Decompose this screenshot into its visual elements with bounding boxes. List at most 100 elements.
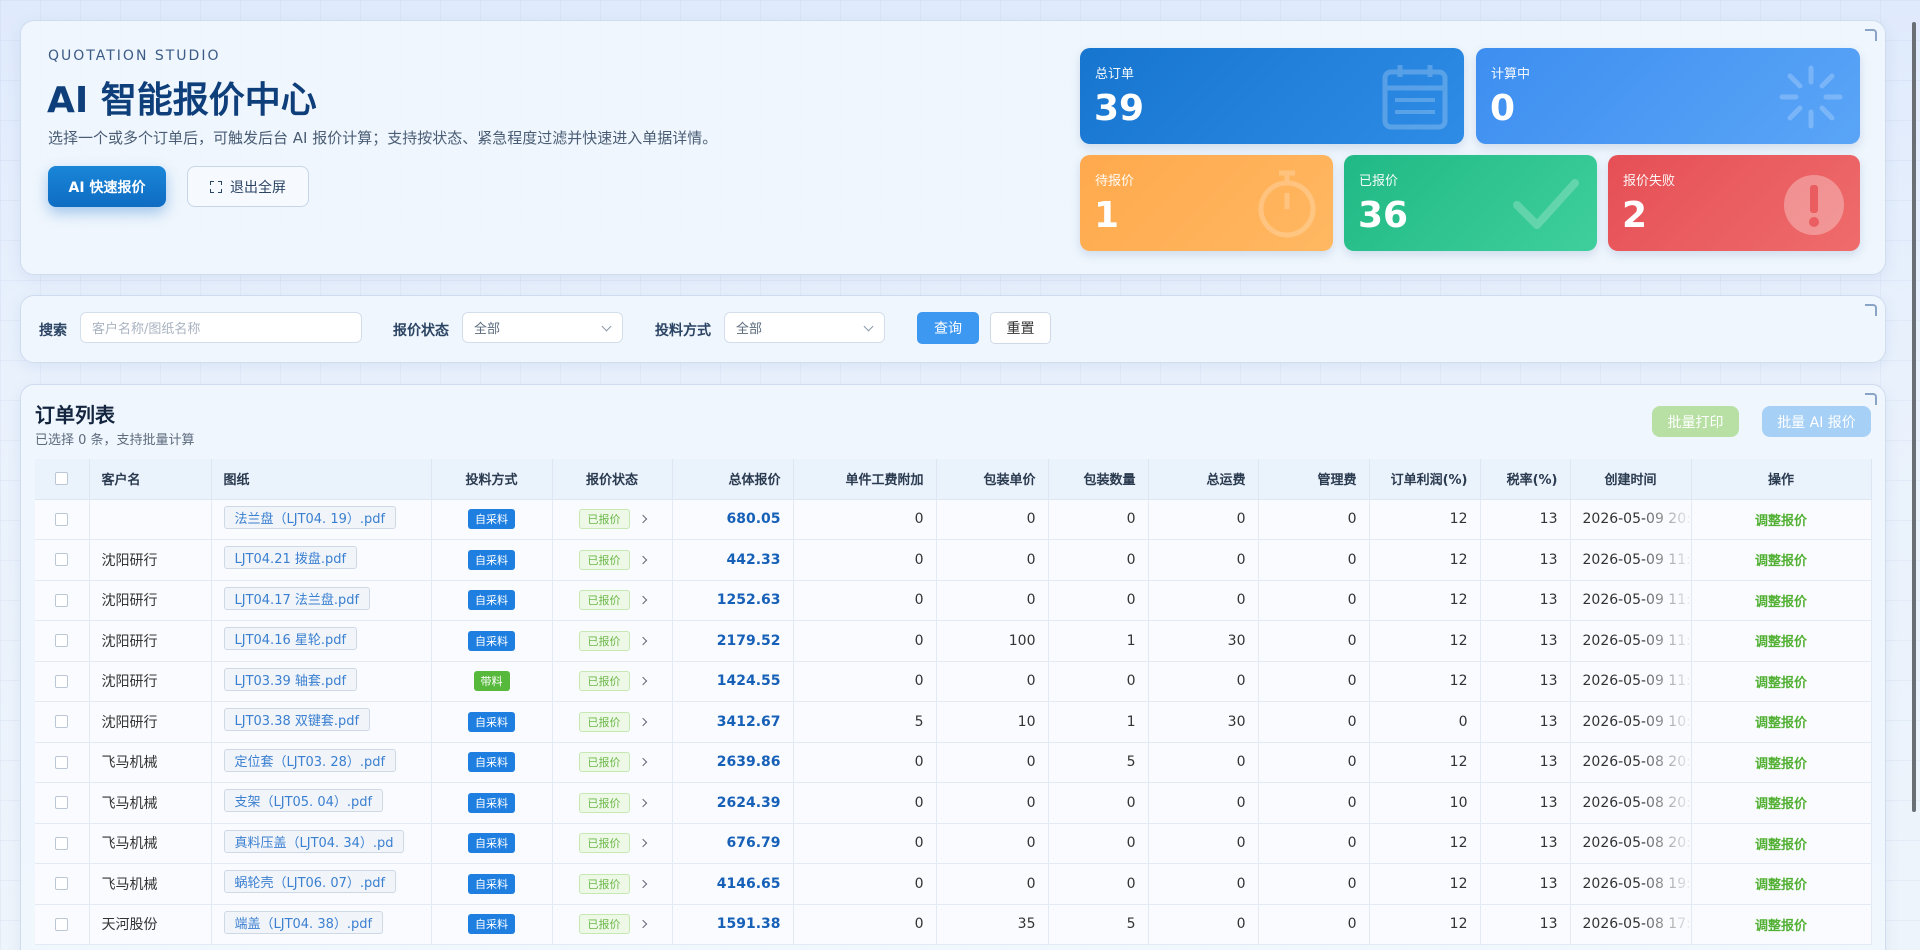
stat-label: 计算中	[1491, 67, 1531, 82]
stat-card-failed[interactable]: 报价失败 2	[1608, 155, 1860, 251]
chevron-right-icon[interactable]	[638, 555, 647, 564]
mgmt-fee-cell: 0	[1258, 701, 1370, 743]
column-header[interactable]: 包装单价	[936, 459, 1049, 500]
select-all-checkbox[interactable]	[55, 472, 69, 486]
table-row[interactable]: 沈阳研行 LJT03.38 双键套.pdf 自采料 已报价 3412.67 5 10 1 30 0…	[35, 701, 1872, 743]
calendar-icon	[1382, 65, 1448, 130]
column-header[interactable]: 管理费	[1258, 459, 1370, 500]
row-checkbox[interactable]	[55, 796, 69, 810]
exit-fullscreen-button[interactable]: 退出全屏	[187, 166, 309, 207]
row-checkbox[interactable]	[55, 715, 69, 729]
chevron-right-icon[interactable]	[638, 596, 647, 605]
column-header[interactable]: 客户名	[89, 459, 212, 500]
column-header[interactable]: 包装数量	[1048, 459, 1149, 500]
row-checkbox[interactable]	[55, 674, 69, 688]
material-badge: 自采料	[468, 711, 515, 732]
adjust-quote-link[interactable]: 调整报价	[1755, 797, 1807, 812]
total-price-cell: 2639.86	[672, 742, 794, 783]
column-header[interactable]: 订单利润(%)	[1369, 459, 1481, 500]
stat-card-calculating[interactable]: 计算中 0	[1476, 48, 1860, 144]
material-badge: 自采料	[468, 873, 515, 894]
stat-card-total[interactable]: 总订单 39	[1080, 48, 1464, 144]
drawing-file-link[interactable]: LJT04.17 法兰盘.pdf	[223, 586, 371, 610]
row-checkbox[interactable]	[55, 593, 69, 607]
chevron-right-icon[interactable]	[638, 758, 647, 767]
adjust-quote-link[interactable]: 调整报价	[1755, 595, 1807, 610]
drawing-file-link[interactable]: 真料压盖（LJT04. 34）.pd	[223, 829, 404, 853]
row-checkbox[interactable]	[55, 512, 69, 526]
table-row[interactable]: 飞马机械 真料压盖（LJT04. 34）.pd 自采料 已报价 676.79 0 0 0 0 0 1…	[35, 823, 1872, 864]
labor-cell: 0	[793, 499, 937, 540]
adjust-quote-link[interactable]: 调整报价	[1755, 878, 1807, 893]
adjust-quote-link[interactable]: 调整报价	[1755, 919, 1807, 934]
stat-card-pending[interactable]: 待报价 1	[1080, 155, 1333, 251]
drawing-file-link[interactable]: 端盖（LJT04. 38）.pdf	[223, 910, 384, 934]
drawing-file-link[interactable]: LJT03.39 轴套.pdf	[223, 667, 358, 691]
table-row[interactable]: 沈阳研行 LJT04.21 拨盘.pdf 自采料 已报价 442.33 0 0 0 0 0 12 13…	[35, 539, 1872, 581]
customer-cell: 沈阳研行	[89, 620, 212, 662]
table-row[interactable]: 法兰盘（LJT04. 19）.pdf 自采料 已报价 680.05 0 0 0 0 0 12 13 2…	[35, 499, 1872, 540]
created-time-cell: 2026-05-09 11:07:08	[1570, 620, 1692, 662]
row-checkbox[interactable]	[55, 877, 69, 891]
hero-description: 选择一个或多个订单后，可触发后台 AI 报价计算；支持按状态、紧急程度过滤并快速…	[48, 129, 718, 147]
chevron-right-icon[interactable]	[638, 636, 647, 645]
adjust-quote-link[interactable]: 调整报价	[1755, 514, 1807, 529]
stat-card-quoted[interactable]: 已报价 36	[1344, 155, 1597, 251]
table-row[interactable]: 沈阳研行 LJT04.17 法兰盘.pdf 自采料 已报价 1252.63 0 0 0 0 0 12…	[35, 580, 1872, 621]
profit-cell: 12	[1369, 904, 1481, 945]
adjust-quote-link[interactable]: 调整报价	[1755, 676, 1807, 691]
drawing-file-link[interactable]: LJT04.16 星轮.pdf	[223, 627, 358, 651]
adjust-quote-link[interactable]: 调整报价	[1755, 716, 1807, 731]
row-checkbox[interactable]	[55, 836, 69, 850]
reset-button[interactable]: 重置	[990, 312, 1051, 344]
row-checkbox[interactable]	[55, 917, 69, 931]
drawing-file-link[interactable]: LJT03.38 双键套.pdf	[223, 708, 371, 732]
ai-quick-quote-button[interactable]: AI 快速报价	[48, 166, 166, 207]
drawing-file-link[interactable]: 定位套（LJT03. 28）.pdf	[223, 748, 397, 772]
column-header[interactable]: 税率(%)	[1480, 459, 1571, 500]
adjust-quote-link[interactable]: 调整报价	[1755, 554, 1807, 569]
column-header[interactable]: 单件工费附加	[793, 459, 937, 500]
chevron-right-icon[interactable]	[638, 677, 647, 686]
labor-cell: 0	[793, 661, 937, 702]
batch-print-button[interactable]: 批量打印	[1652, 406, 1739, 437]
row-checkbox[interactable]	[55, 634, 69, 648]
chevron-right-icon[interactable]	[638, 879, 647, 888]
page-scrollbar[interactable]	[1912, 22, 1916, 812]
adjust-quote-link[interactable]: 调整报价	[1755, 838, 1807, 853]
freight-cell: 0	[1148, 539, 1259, 581]
adjust-quote-link[interactable]: 调整报价	[1755, 635, 1807, 650]
created-time-cell: 2026-05-08 20:03:38	[1570, 823, 1692, 864]
row-checkbox[interactable]	[55, 553, 69, 567]
table-row[interactable]: 沈阳研行 LJT03.39 轴套.pdf 带料 已报价 1424.55 0 0 0 0 0 12 13…	[35, 661, 1872, 702]
status-badge: 已报价	[578, 833, 630, 854]
column-header[interactable]: 总运费	[1148, 459, 1259, 500]
chevron-right-icon[interactable]	[638, 798, 647, 807]
column-header[interactable]: 总体报价	[672, 459, 794, 500]
search-input[interactable]: 客户名称/图纸名称	[80, 312, 362, 343]
drawing-file-link[interactable]: 蜗轮壳（LJT06. 07）.pdf	[223, 870, 397, 894]
table-row[interactable]: 天河股份 端盖（LJT04. 38）.pdf 自采料 已报价 1591.38 0 35 5 0 0…	[35, 904, 1872, 945]
table-row[interactable]: 飞马机械 蜗轮壳（LJT06. 07）.pdf 自采料 已报价 4146.65 0 0 0 0 0…	[35, 863, 1872, 905]
chevron-right-icon[interactable]	[638, 839, 647, 848]
table-row[interactable]: 飞马机械 支架（LJT05. 04）.pdf 自采料 已报价 2624.39 0 0 0 0 0 1…	[35, 782, 1872, 824]
drawing-file-link[interactable]: 支架（LJT05. 04）.pdf	[223, 789, 384, 813]
adjust-quote-link[interactable]: 调整报价	[1755, 757, 1807, 772]
query-button[interactable]: 查询	[917, 312, 979, 344]
column-header[interactable]: 投料方式	[431, 459, 553, 500]
column-header[interactable]: 创建时间	[1570, 459, 1692, 500]
table-row[interactable]: 飞马机械 定位套（LJT03. 28）.pdf 自采料 已报价 2639.86 0 0 5 0 0…	[35, 742, 1872, 783]
column-header[interactable]: 报价状态	[552, 459, 673, 500]
pack-qty-cell: 0	[1048, 782, 1149, 824]
row-checkbox[interactable]	[55, 755, 69, 769]
table-row[interactable]: 沈阳研行 LJT04.16 星轮.pdf 自采料 已报价 2179.52 0 100 1 30 0…	[35, 620, 1872, 662]
drawing-file-link[interactable]: LJT04.21 拨盘.pdf	[223, 546, 358, 570]
status-select[interactable]: 全部	[462, 312, 623, 343]
batch-ai-quote-button[interactable]: 批量 AI 报价	[1762, 406, 1871, 437]
chevron-right-icon[interactable]	[638, 717, 647, 726]
chevron-right-icon[interactable]	[638, 920, 647, 929]
column-header[interactable]: 图纸	[211, 459, 432, 500]
chevron-right-icon[interactable]	[638, 515, 647, 524]
drawing-file-link[interactable]: 法兰盘（LJT04. 19）.pdf	[223, 505, 397, 529]
material-select[interactable]: 全部	[724, 312, 885, 343]
